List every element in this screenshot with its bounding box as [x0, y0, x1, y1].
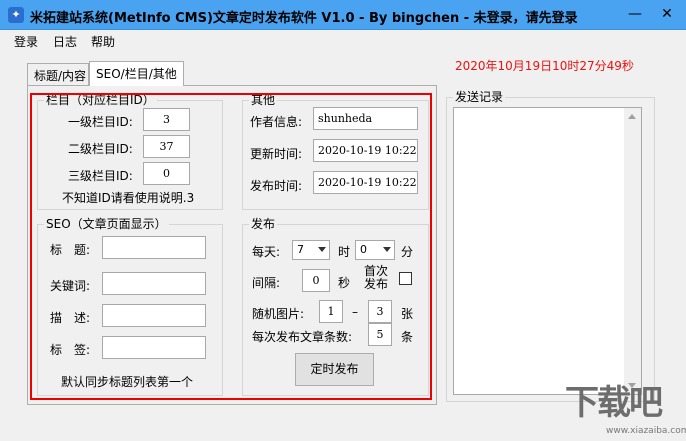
seo-keywords-label: 关键词:	[50, 279, 91, 293]
author-input[interactable]: shunheda	[313, 107, 418, 130]
menu-login[interactable]: 登录	[14, 33, 38, 50]
chevron-down-icon	[383, 247, 391, 252]
seo-tags-label: 标 签:	[50, 343, 91, 357]
random-image-max-input[interactable]: 3	[368, 300, 392, 323]
random-image-separator: –	[352, 305, 358, 319]
publish-legend: 发布	[249, 217, 278, 231]
tab-title-content[interactable]: 标题/内容	[27, 63, 89, 85]
level3-label: 三级栏目ID:	[68, 169, 133, 183]
random-image-label: 随机图片:	[252, 307, 305, 321]
close-button[interactable]: ✕	[652, 0, 682, 30]
menu-bar: 登录 日志 帮助	[0, 30, 686, 52]
app-icon: ✦	[8, 7, 24, 23]
seo-description-label: 描 述:	[50, 311, 91, 325]
column-hint: 不知道ID请看使用说明.3	[62, 191, 195, 205]
per-count-label: 每次发布文章条数:	[252, 330, 353, 344]
minute-select[interactable]: 0	[355, 240, 395, 260]
clock-timestamp: 2020年10月19日10时27分49秒	[455, 59, 634, 73]
level2-id-input[interactable]: 37	[143, 135, 190, 158]
update-time-input[interactable]: 2020-10-19 10:22:	[313, 139, 418, 162]
column-legend: 栏目（对应栏目ID）	[44, 93, 157, 107]
minimize-button[interactable]: —	[620, 0, 650, 30]
title-bar: ✦ 米拓建站系统(MetInfo CMS)文章定时发布软件 V1.0 - By …	[0, 0, 686, 30]
random-image-unit: 张	[401, 307, 414, 321]
send-log-legend: 发送记录	[453, 90, 506, 104]
chevron-down-icon	[318, 247, 326, 252]
menu-help[interactable]: 帮助	[91, 33, 115, 50]
send-log-scrollbar[interactable]	[624, 108, 641, 394]
level1-id-input[interactable]: 3	[143, 108, 190, 131]
window-title: 米拓建站系统(MetInfo CMS)文章定时发布软件 V1.0 - By bi…	[30, 11, 578, 26]
other-legend: 其他	[249, 93, 278, 107]
hour-select[interactable]: 7	[292, 240, 330, 260]
seo-description-input[interactable]	[102, 304, 206, 327]
hour-select-value: 7	[297, 243, 304, 256]
tab-seo-column-other[interactable]: SEO/栏目/其他	[89, 61, 184, 86]
seo-note: 默认同步标题列表第一个	[61, 375, 194, 389]
seo-tags-input[interactable]	[102, 336, 206, 359]
seo-keywords-input[interactable]	[102, 272, 206, 295]
level3-id-input[interactable]: 0	[143, 162, 190, 185]
minute-unit: 分	[401, 245, 414, 259]
author-label: 作者信息:	[250, 115, 303, 129]
seo-legend: SEO（文章页面显示）	[44, 217, 169, 231]
interval-input[interactable]: 0	[302, 269, 330, 292]
level2-label: 二级栏目ID:	[68, 142, 133, 156]
seo-title-label: 标 题:	[50, 243, 91, 257]
interval-unit: 秒	[338, 276, 351, 290]
random-image-min-input[interactable]: 1	[319, 300, 343, 323]
scroll-up-icon[interactable]	[628, 114, 636, 119]
minute-select-value: 0	[360, 243, 367, 256]
send-log-list[interactable]	[453, 107, 642, 395]
update-time-label: 更新时间:	[250, 147, 303, 161]
watermark-url: www.xiazaiba.com	[606, 426, 686, 436]
menu-log[interactable]: 日志	[53, 33, 77, 50]
first-publish-label: 首次发布	[364, 264, 389, 291]
interval-label: 间隔:	[252, 276, 281, 290]
level1-label: 一级栏目ID:	[68, 115, 133, 129]
scheduled-publish-button[interactable]: 定时发布	[295, 353, 374, 386]
per-count-unit: 条	[401, 330, 414, 344]
hour-unit: 时	[338, 245, 351, 259]
first-publish-checkbox[interactable]	[399, 272, 412, 285]
publish-time-input[interactable]: 2020-10-19 10:22:	[313, 171, 418, 194]
per-count-input[interactable]: 5	[368, 323, 392, 346]
publish-time-label: 发布时间:	[250, 179, 303, 193]
seo-title-input[interactable]	[102, 236, 206, 259]
daily-label: 每天:	[252, 245, 281, 259]
